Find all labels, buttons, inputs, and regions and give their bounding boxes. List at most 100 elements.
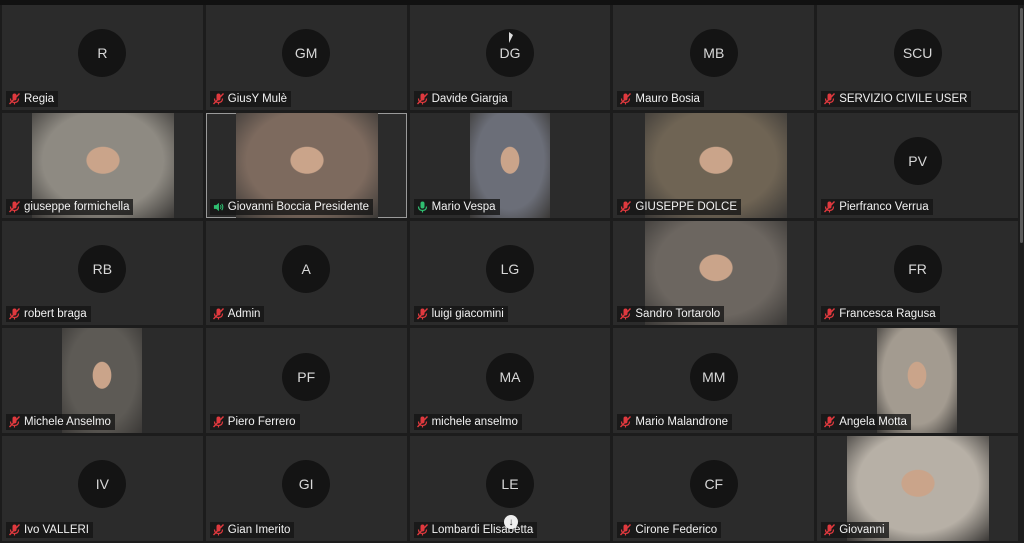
participant-name: Gian Imerito [227,524,291,536]
participant-name-tag: GiusY Mulè [209,90,292,107]
mic-muted-icon [620,524,632,536]
participant-tile[interactable]: IV Ivo VALLERI [2,436,203,541]
participant-name: Pierfranco Verrua [839,200,929,213]
participant-tile[interactable]: SCU SERVIZIO CIVILE USER [817,5,1018,110]
participant-avatar: SCU [893,29,942,78]
participant-name: Piero Ferrero [227,416,296,429]
participant-tile[interactable]: MB Mauro Bosia [613,5,815,110]
mic-muted-icon [620,92,632,105]
participant-name: Michele Anselmo [24,416,111,429]
participant-avatar: GI [282,460,331,509]
participant-avatar: MB [689,29,738,78]
participant-name-tag: Mauro Bosia [617,90,704,107]
participant-tile[interactable]: FR Francesca Ragusa [817,220,1018,326]
participant-name: Giovanni [839,524,885,536]
participant-tile[interactable]: RB robert braga [2,220,203,326]
participant-tile[interactable]: Angela Motta [817,328,1018,434]
mouse-cursor [509,32,513,43]
mic-muted-icon [824,524,836,536]
participant-tile[interactable]: giuseppe formichella [2,112,203,218]
mic-muted-icon [212,416,224,428]
participant-avatar: CF [689,460,738,509]
mic-muted-icon [416,416,428,428]
participant-name: Admin [227,308,261,321]
participant-name: michele anselmo [431,416,518,429]
participant-name: Giovanni Boccia Presidente [227,200,370,213]
participant-avatar: GM [282,29,331,78]
participant-avatar: MM [689,352,738,401]
participant-name-tag: Gian Imerito [209,522,295,538]
participant-name: GiusY Mulè [227,92,288,105]
participant-tile[interactable]: MM Mario Malandrone [613,328,815,434]
mic-muted-icon [212,308,224,320]
participant-tile[interactable]: GI Gian Imerito [205,436,407,541]
participant-avatar: LG [485,244,534,293]
participant-name-tag: Davide Giargia [413,90,512,107]
mic-muted-icon [824,92,836,105]
participant-name-tag: Angela Motta [821,414,911,431]
participant-tile[interactable]: GIUSEPPE DOLCE [613,112,815,218]
mic-muted-icon [620,308,632,320]
participant-avatar: PV [893,137,942,185]
gallery-scrollbar[interactable] [1020,8,1023,243]
participant-name: Regia [24,92,55,105]
participant-name-tag: Regia [6,90,59,107]
mic-muted-icon [212,92,224,105]
participant-tile[interactable]: Giovanni [817,436,1018,541]
participant-name: Mauro Bosia [635,92,700,105]
download-icon[interactable]: ↓ [504,515,518,529]
participant-name-tag: Pierfranco Verrua [821,198,933,215]
participant-name-tag: Admin [209,306,265,323]
mic-muted-icon [416,92,428,105]
participant-name-tag: SERVIZIO CIVILE USER [821,90,972,107]
participant-name-tag: Piero Ferrero [209,414,300,431]
mic-muted-icon [9,308,20,320]
participant-tile[interactable]: Sandro Tortarolo [613,220,815,326]
participant-name: SERVIZIO CIVILE USER [839,92,968,105]
participant-name-tag: Giovanni Boccia Presidente [209,198,374,215]
participant-name: Sandro Tortarolo [635,308,721,321]
participant-name: luigi giacomini [431,308,504,321]
participant-gallery-grid: R Regia GM GiusY Mulè DG Davide Giargia MB Maur… [2,5,1018,541]
participant-avatar: R [78,29,127,78]
participant-tile[interactable]: Michele Anselmo [2,328,203,434]
participant-tile[interactable]: PV Pierfranco Verrua [817,112,1018,218]
participant-avatar: LE [485,460,534,509]
participant-name: Francesca Ragusa [839,308,936,321]
participant-name: robert braga [24,308,87,321]
participant-tile[interactable]: LG luigi giacomini [409,220,611,326]
mic-muted-icon [824,416,836,428]
mic-muted-icon [620,200,632,213]
participant-name-tag: Mario Malandrone [617,414,733,431]
mic-on-icon [417,201,428,213]
participant-name-tag: giuseppe formichella [6,198,134,215]
participant-tile[interactable]: DG Davide Giargia [409,5,611,110]
mic-muted-icon [620,416,632,428]
participant-avatar: FR [893,244,942,293]
participant-tile[interactable]: A Admin [205,220,407,326]
mic-muted-icon [416,308,428,320]
participant-tile[interactable]: GM GiusY Mulè [205,5,407,110]
mic-muted-icon [824,200,836,213]
participant-name-tag: Giovanni [821,522,889,538]
participant-name-tag: Sandro Tortarolo [617,306,725,323]
participant-name: Lombardi Elisabetta [431,524,534,536]
participant-name: Mario Vespa [431,200,496,213]
participant-avatar: PF [282,352,331,401]
participant-tile[interactable]: PF Piero Ferrero [205,328,407,434]
participant-tile[interactable]: CF Cirone Federico [613,436,815,541]
participant-tile[interactable]: Giovanni Boccia Presidente [205,112,407,218]
mic-muted-icon [212,524,224,536]
participant-tile[interactable]: Mario Vespa [409,112,611,218]
participant-name: Davide Giargia [431,92,508,105]
participant-name-tag: Francesca Ragusa [821,306,940,323]
participant-name-tag: Ivo VALLERI [6,522,93,538]
participant-tile[interactable]: R Regia [2,5,203,110]
participant-name: Ivo VALLERI [24,524,89,536]
participant-avatar: MA [485,352,534,401]
mic-muted-icon [9,200,20,213]
participant-avatar: A [282,244,331,293]
participant-name-tag: Cirone Federico [617,522,722,538]
participant-tile[interactable]: MA michele anselmo [409,328,611,434]
participant-name-tag: Michele Anselmo [6,414,115,431]
